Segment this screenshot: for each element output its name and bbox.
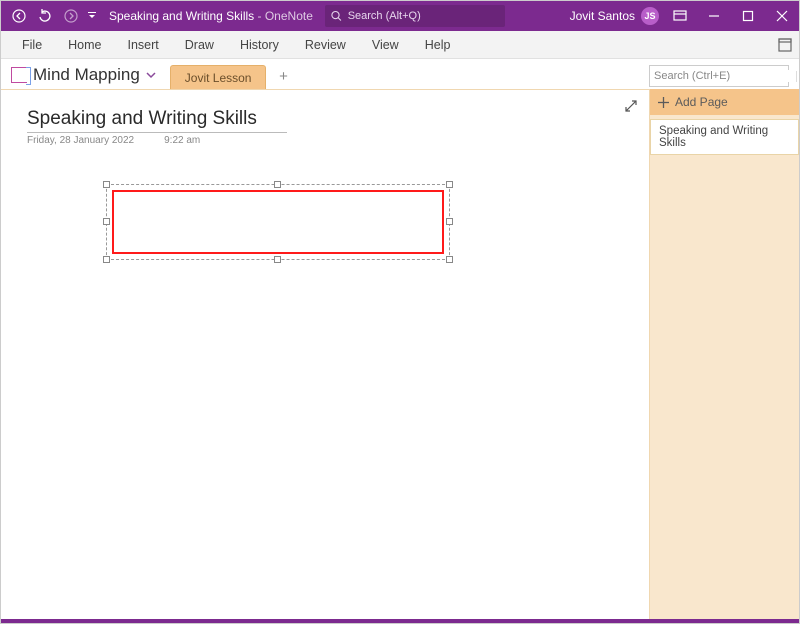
add-page-button[interactable]: Add Page — [650, 89, 799, 115]
page-title-area[interactable]: Speaking and Writing Skills Friday, 28 J… — [27, 108, 287, 146]
section-tab-active[interactable]: Jovit Lesson — [170, 65, 267, 90]
search-input[interactable] — [348, 10, 499, 22]
ribbon-display-button[interactable] — [663, 1, 697, 31]
back-button[interactable] — [7, 4, 31, 28]
search-icon — [331, 10, 342, 22]
page-time: 9:22 am — [164, 135, 200, 146]
ribbon-tab-help[interactable]: Help — [412, 31, 464, 58]
selected-object-frame[interactable] — [106, 184, 450, 260]
notebook-icon — [11, 67, 27, 83]
main-area: Speaking and Writing Skills Friday, 28 J… — [1, 89, 799, 621]
notebook-name: Mind Mapping — [33, 65, 140, 85]
resize-handle-w[interactable] — [103, 218, 110, 225]
plus-icon — [658, 97, 669, 108]
search-scope-dropdown[interactable]: ▾ — [796, 71, 800, 82]
ribbon-tab-home[interactable]: Home — [55, 31, 114, 58]
ribbon-tab-review[interactable]: Review — [292, 31, 359, 58]
search-box[interactable] — [325, 5, 505, 27]
add-section-button[interactable]: + — [272, 65, 294, 87]
resize-handle-nw[interactable] — [103, 181, 110, 188]
quick-access-toolbar — [1, 4, 99, 28]
ribbon-tab-insert[interactable]: Insert — [115, 31, 172, 58]
undo-button[interactable] — [33, 4, 57, 28]
window-controls — [697, 1, 799, 31]
maximize-button[interactable] — [731, 1, 765, 31]
user-account[interactable]: Jovit Santos JS — [570, 7, 659, 25]
page-list-item[interactable]: Speaking and Writing Skills — [650, 119, 799, 155]
title-bar: Speaking and Writing Skills - OneNote Jo… — [1, 1, 799, 31]
full-page-view-button[interactable] — [771, 31, 799, 58]
page-panel: Add Page Speaking and Writing Skills — [649, 89, 799, 621]
chevron-down-icon — [146, 71, 156, 79]
minimize-button[interactable] — [697, 1, 731, 31]
document-title: Speaking and Writing Skills — [109, 9, 254, 23]
ribbon-tab-file[interactable]: File — [9, 31, 55, 58]
ribbon-tab-view[interactable]: View — [359, 31, 412, 58]
resize-handle-se[interactable] — [446, 256, 453, 263]
page-title[interactable]: Speaking and Writing Skills — [27, 108, 287, 133]
add-page-label: Add Page — [675, 95, 728, 109]
page-canvas[interactable]: Speaking and Writing Skills Friday, 28 J… — [1, 89, 649, 621]
resize-handle-ne[interactable] — [446, 181, 453, 188]
resize-handle-sw[interactable] — [103, 256, 110, 263]
close-button[interactable] — [765, 1, 799, 31]
section-bar: Mind Mapping Jovit Lesson + ▾ — [1, 59, 799, 89]
page-date: Friday, 28 January 2022 — [27, 135, 134, 146]
ribbon-tab-draw[interactable]: Draw — [172, 31, 227, 58]
expand-icon[interactable] — [623, 98, 639, 114]
user-name-label: Jovit Santos — [570, 9, 635, 23]
forward-button[interactable] — [59, 4, 83, 28]
page-search-input[interactable] — [654, 70, 796, 82]
rectangle-shape[interactable] — [112, 190, 444, 254]
resize-handle-s[interactable] — [274, 256, 281, 263]
qat-customize-dropdown[interactable] — [85, 4, 99, 28]
bottom-accent-bar — [1, 619, 799, 623]
avatar: JS — [641, 7, 659, 25]
resize-handle-e[interactable] — [446, 218, 453, 225]
notebook-dropdown[interactable]: Mind Mapping — [11, 65, 156, 89]
resize-handle-n[interactable] — [274, 181, 281, 188]
ribbon-tabs: File Home Insert Draw History Review Vie… — [1, 31, 799, 59]
window-title: Speaking and Writing Skills - OneNote — [109, 9, 313, 23]
app-name: - OneNote — [254, 9, 313, 23]
page-search-box[interactable]: ▾ — [649, 65, 789, 87]
ribbon-tab-history[interactable]: History — [227, 31, 292, 58]
